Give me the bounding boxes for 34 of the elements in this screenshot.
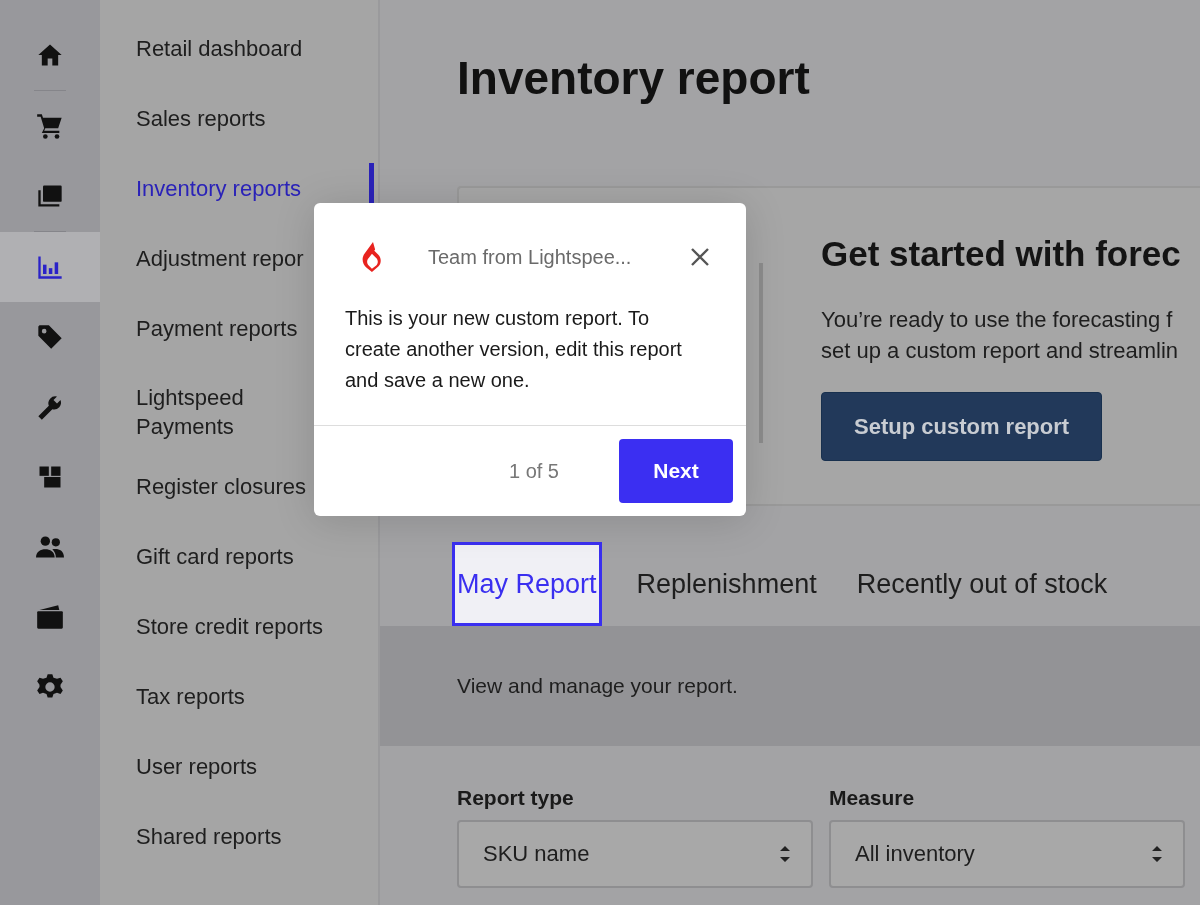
promo-title: Get started with forec <box>821 233 1181 275</box>
report-menu-item[interactable]: Inventory reports <box>100 163 378 213</box>
report-tab[interactable]: Recently out of stock <box>851 542 1113 626</box>
next-button[interactable]: Next <box>619 439 733 503</box>
tab-description: View and manage your report. <box>457 674 738 698</box>
report-tab[interactable]: Replenishment <box>631 542 822 626</box>
report-menu-item[interactable]: Shared reports <box>100 811 378 861</box>
setup-custom-report-button[interactable]: Setup custom report <box>821 392 1103 461</box>
gear-icon <box>36 673 64 701</box>
report-menu-item[interactable]: Store credit reports <box>100 601 378 651</box>
report-menu-item[interactable]: User reports <box>100 741 378 791</box>
report-menu-item[interactable]: Lightspeed Payments <box>100 373 270 451</box>
sender-name: Team from Lightspee... <box>428 245 633 269</box>
close-button[interactable] <box>690 247 710 267</box>
report-tab[interactable]: May Report <box>452 542 602 626</box>
sort-caret-icon <box>779 844 791 864</box>
promo-description: You’re ready to use the forecasting f set up a custom report and streamlin <box>821 306 1180 365</box>
page-title: Inventory report <box>457 51 811 106</box>
filter-label: Report type <box>457 786 575 810</box>
report-menu-item[interactable]: Retail dashboard <box>100 23 378 73</box>
sort-caret-icon <box>1151 844 1163 864</box>
nav-item[interactable] <box>0 232 100 302</box>
tag-icon <box>36 323 64 351</box>
report-menu-item[interactable]: Tax reports <box>100 671 378 721</box>
popup-message: This is your new custom report. To create another version, edit this report and save a new one. <box>345 306 683 393</box>
report-menu-item[interactable]: Gift card reports <box>100 531 378 581</box>
select-field[interactable]: SKU name <box>457 820 813 888</box>
step-counter: 1 of 5 <box>508 459 559 483</box>
filter-label: Measure <box>829 786 916 810</box>
wallet-icon <box>36 603 64 631</box>
report-menu-item[interactable]: Sales reports <box>100 93 378 143</box>
select-field[interactable]: All inventory <box>829 820 1185 888</box>
cart-icon <box>36 112 64 140</box>
wrench-icon <box>36 393 64 421</box>
